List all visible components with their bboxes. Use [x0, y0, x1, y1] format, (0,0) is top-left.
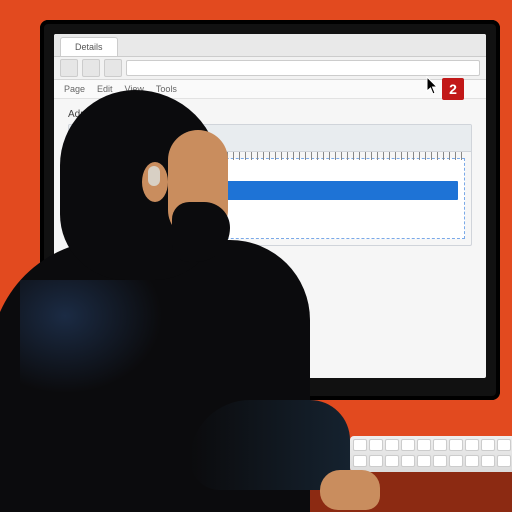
browser-tab[interactable]: Details	[60, 37, 118, 56]
keyboard	[350, 436, 512, 472]
notification-badge[interactable]: 2	[442, 78, 464, 100]
person-silhouette	[0, 70, 320, 512]
